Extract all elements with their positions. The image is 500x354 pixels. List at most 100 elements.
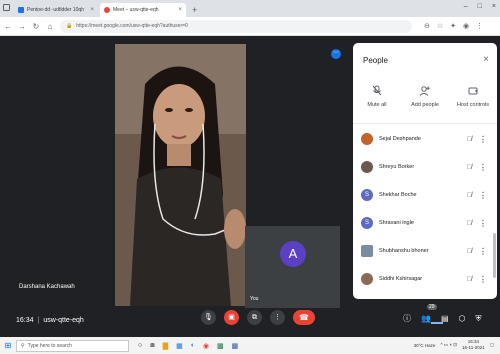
close-window-button[interactable]: × bbox=[492, 3, 496, 10]
participant-name: Shravani ingle bbox=[379, 220, 414, 226]
mute-all-button[interactable]: Mute all bbox=[355, 85, 399, 108]
notifications-icon[interactable]: ▢ bbox=[490, 342, 494, 348]
meeting-time: 16:34 bbox=[16, 317, 34, 324]
window-controls: – □ × bbox=[464, 3, 496, 10]
participant-row[interactable]: Siddhi Kshirsagar 🎙̸ ⋮ bbox=[353, 265, 497, 293]
main-video-tile[interactable] bbox=[115, 44, 246, 306]
person-add-icon bbox=[419, 85, 431, 99]
present-icon: ⧉ bbox=[252, 314, 257, 321]
taskbar-search-input[interactable]: ⚲ Type here to search bbox=[16, 339, 129, 352]
mic-off-icon[interactable]: 🎙̸ bbox=[467, 192, 472, 199]
activities-icon[interactable]: ⬡ bbox=[459, 314, 466, 323]
chrome-icon[interactable]: ◉ bbox=[203, 342, 209, 350]
file-explorer-icon[interactable]: ▇ bbox=[163, 342, 168, 350]
browser-tab-active[interactable]: Meet – usw-qtte-eqh × bbox=[100, 3, 186, 17]
mic-off-icon[interactable]: 🎙̸ bbox=[467, 136, 472, 143]
info-icon[interactable]: ⓘ bbox=[403, 313, 411, 324]
participant-avatar: S bbox=[361, 189, 373, 201]
more-vert-icon[interactable]: ⋮ bbox=[479, 163, 487, 172]
weather-text[interactable]: 30°C Haze bbox=[414, 343, 436, 348]
participant-count-badge: 29 bbox=[427, 304, 437, 310]
more-vert-icon[interactable]: ⋮ bbox=[479, 135, 487, 144]
host-controls-button[interactable]: Host controls bbox=[451, 85, 495, 108]
tab-close-icon[interactable]: × bbox=[90, 7, 94, 13]
reload-icon[interactable]: ↻ bbox=[32, 22, 40, 31]
speaker-video bbox=[115, 44, 246, 306]
self-avatar: A bbox=[280, 241, 306, 267]
mic-icon: 🎙 bbox=[204, 314, 213, 321]
host-controls-icon bbox=[467, 85, 479, 99]
browser-tab[interactable]: Pentoe·dd··udtldder 10qh × bbox=[14, 3, 98, 17]
self-video-tile[interactable]: A You bbox=[245, 226, 340, 308]
more-vert-icon[interactable]: ⋮ bbox=[479, 219, 487, 228]
mic-off-icon[interactable]: 🎙̸ bbox=[467, 248, 472, 255]
edge-icon[interactable]: ◐ bbox=[191, 342, 195, 350]
window-menu-icon[interactable] bbox=[3, 4, 10, 11]
zoom-icon[interactable]: ⊖ bbox=[424, 22, 430, 30]
participant-name: Shreyu Borker bbox=[379, 164, 415, 170]
more-vert-icon[interactable]: ⋮ bbox=[479, 191, 487, 200]
toolbar-icons: ⊖ ☆ ✦ ◉ ⋮ bbox=[424, 22, 483, 30]
forward-icon[interactable]: → bbox=[18, 22, 26, 31]
word-icon[interactable]: ▩ bbox=[232, 342, 239, 350]
mute-all-label: Mute all bbox=[367, 102, 387, 108]
taskbar-clock[interactable]: 16:34 16-11-2021 bbox=[462, 339, 485, 351]
maximize-button[interactable]: □ bbox=[478, 3, 482, 10]
mic-off-icon[interactable]: 🎙̸ bbox=[467, 220, 472, 227]
participant-row[interactable]: S Shekhar Boche 🎙̸ ⋮ bbox=[353, 181, 497, 209]
tray-icons[interactable]: ^ ▭ ◖ ⊡ bbox=[440, 342, 457, 348]
tab-close-icon[interactable]: × bbox=[178, 7, 182, 13]
host-shield-icon[interactable]: ⛨ bbox=[476, 314, 482, 324]
minimize-button[interactable]: – bbox=[464, 3, 468, 10]
bookmark-icon[interactable]: ☆ bbox=[437, 22, 443, 30]
more-vert-icon: ⋮ bbox=[274, 314, 281, 321]
back-icon[interactable]: ← bbox=[4, 22, 12, 31]
mic-button[interactable]: 🎙 bbox=[201, 310, 216, 325]
people-icon[interactable]: 👥 bbox=[421, 314, 431, 323]
add-people-button[interactable]: Add people bbox=[403, 85, 447, 108]
separator: | bbox=[37, 317, 40, 324]
meet-stage: ⋯ A You Darshana Kachawah People × Mute … bbox=[0, 36, 500, 337]
screen: Pentoe·dd··udtldder 10qh × Meet – usw-qt… bbox=[0, 0, 500, 354]
panel-actions: Mute all Add people Host controls bbox=[353, 85, 497, 108]
more-options-button[interactable]: ⋮ bbox=[270, 310, 285, 325]
phone-hangup-icon: ☎ bbox=[299, 313, 309, 322]
mic-off-icon bbox=[372, 85, 382, 99]
participant-row[interactable]: Sejal Deshpande 🎙̸ ⋮ bbox=[353, 125, 497, 153]
extensions-icon[interactable]: ✦ bbox=[450, 22, 456, 30]
cortana-icon[interactable]: ○ bbox=[138, 342, 142, 350]
task-view-icon[interactable]: ⧈ bbox=[150, 342, 154, 350]
more-vert-icon[interactable]: ⋮ bbox=[479, 247, 487, 256]
tab-title: Pentoe·dd··udtldder 10qh bbox=[27, 7, 84, 13]
participant-row[interactable]: Shubhanshu bhoner 🎙̸ ⋮ bbox=[353, 237, 497, 265]
close-panel-icon[interactable]: × bbox=[483, 54, 489, 65]
mic-off-icon[interactable]: 🎙̸ bbox=[467, 164, 472, 171]
home-icon[interactable]: ⌂ bbox=[46, 22, 54, 31]
panel-scrollbar[interactable] bbox=[493, 233, 496, 278]
meeting-code[interactable]: usw-qtte-eqh bbox=[43, 317, 83, 324]
participant-name: Sejal Deshpande bbox=[379, 136, 421, 142]
system-tray: 30°C Haze ^ ▭ ◖ ⊡ 16:34 16-11-2021 ▢ bbox=[414, 339, 494, 351]
participant-name: Siddhi Kshirsagar bbox=[379, 276, 423, 282]
new-tab-button[interactable]: + bbox=[188, 3, 201, 17]
participant-row[interactable]: Shreyu Borker 🎙̸ ⋮ bbox=[353, 153, 497, 181]
camera-off-button[interactable]: ▣ bbox=[224, 310, 239, 325]
participant-avatar bbox=[361, 273, 373, 285]
participant-row[interactable]: S Shravani ingle 🎙̸ ⋮ bbox=[353, 209, 497, 237]
call-controls: 🎙 ▣ ⧉ ⋮ ☎ bbox=[201, 310, 315, 325]
clock-date: 16-11-2021 bbox=[462, 345, 485, 350]
meeting-info: 16:34 | usw-qtte-eqh bbox=[16, 317, 84, 324]
mic-off-icon[interactable]: 🎙̸ bbox=[467, 276, 472, 283]
windows-start-icon[interactable]: ⊞ bbox=[0, 341, 16, 350]
main-speaker-name: Darshana Kachawah bbox=[19, 284, 75, 290]
more-options-icon[interactable]: ⋯ bbox=[331, 49, 341, 59]
present-button[interactable]: ⧉ bbox=[247, 310, 262, 325]
self-label: You bbox=[250, 296, 259, 302]
excel-icon[interactable]: ▩ bbox=[217, 342, 224, 350]
store-icon[interactable]: ▦ bbox=[176, 342, 183, 350]
menu-icon[interactable]: ⋮ bbox=[476, 22, 483, 30]
leave-call-button[interactable]: ☎ bbox=[293, 310, 315, 325]
more-vert-icon[interactable]: ⋮ bbox=[479, 275, 487, 284]
profile-icon[interactable]: ◉ bbox=[463, 22, 469, 30]
url-input[interactable]: 🔒 https://meet.google.com/usw-qtte-eqh?a… bbox=[60, 19, 412, 33]
